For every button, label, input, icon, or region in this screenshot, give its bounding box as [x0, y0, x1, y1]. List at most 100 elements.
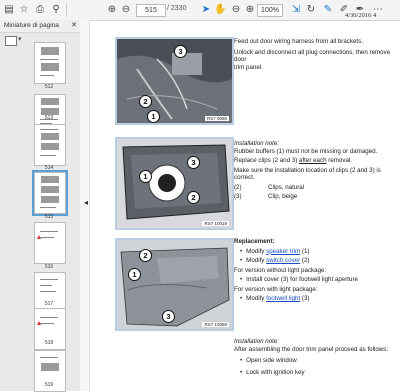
- chevron-down-icon[interactable]: ▾: [18, 35, 22, 43]
- thumbnail-line: [40, 237, 54, 238]
- collapse-sidebar-icon[interactable]: ◂: [84, 198, 88, 207]
- page-up-icon[interactable]: ⊕: [106, 4, 118, 16]
- thumbnail-line: [40, 155, 56, 156]
- page-thumbnail[interactable]: [34, 124, 66, 166]
- comment-icon[interactable]: ✎: [322, 4, 334, 16]
- thumbnail-line: [40, 357, 58, 358]
- installation-note-1: Installation note: Rubber buffers (1) mu…: [234, 140, 400, 201]
- text-span: Modify: [246, 295, 267, 302]
- figure-door-panel-clips: 1 3 2 RS7 10019: [115, 137, 234, 230]
- text-span: (2): [300, 257, 310, 264]
- sidebar-title: Miniature di pagina: [4, 22, 59, 29]
- text-line: Unlock and disconnect all plug connectio…: [234, 48, 391, 64]
- page-down-icon[interactable]: ⊖: [120, 4, 132, 16]
- text-span: removal.: [326, 157, 352, 164]
- list-item: Lock with ignition key: [240, 369, 388, 377]
- select-cursor-icon[interactable]: ➤: [200, 4, 212, 16]
- thumbnail-line: [40, 291, 56, 292]
- thumbnail-label: 518: [44, 340, 54, 346]
- bookmark-icon[interactable]: ☆: [18, 4, 30, 16]
- thumbnail-label: 517: [44, 301, 54, 307]
- replacement-section: Replacement: Modify speaker trim (1) Mod…: [234, 238, 358, 303]
- step-text-1: Feed out door wiring harness from all br…: [234, 38, 400, 71]
- page-total: / 2330: [167, 5, 187, 12]
- text-span: (3): [300, 295, 310, 302]
- callout-1: 1: [128, 268, 141, 281]
- search-icon[interactable]: ⚲: [50, 4, 62, 16]
- figure-door-trim: 2 1 3 RS7 10068: [115, 238, 234, 331]
- list-item: Modify switch cover (2): [240, 257, 358, 265]
- zoom-level-select[interactable]: 100%: [257, 4, 283, 17]
- switch-cover-link[interactable]: switch cover: [266, 257, 300, 264]
- text-span: Modify: [246, 247, 267, 255]
- figure-label: RS7 10019: [202, 221, 229, 226]
- thumbnail-image: [41, 186, 59, 193]
- list-item: Modify footwell light (3): [240, 295, 358, 303]
- callout-2: 2: [187, 191, 200, 204]
- list-item: Open side window: [240, 357, 388, 365]
- page-thumbnail-current[interactable]: [32, 170, 68, 216]
- thumbnail-line: [40, 279, 58, 280]
- text-span: (1): [300, 247, 310, 255]
- page-thumbnail[interactable]: [34, 42, 66, 84]
- thumbnail-line: [40, 75, 54, 76]
- close-icon[interactable]: ✕: [71, 20, 77, 32]
- thumbnail-image: [41, 363, 59, 371]
- callout-2: 2: [139, 249, 152, 262]
- speaker-trim-link[interactable]: speaker trim: [266, 248, 300, 255]
- thumbnail-image: [41, 47, 59, 55]
- text-line: Feed out door wiring harness from all br…: [234, 38, 363, 45]
- clip-description: Clip, beige: [268, 193, 298, 200]
- sidebar-toggle-icon[interactable]: ▤: [3, 4, 15, 16]
- clip-row: (3) Clip, beige: [234, 193, 400, 201]
- thumbnail-line: [40, 59, 58, 60]
- callout-2: 2: [139, 95, 152, 108]
- thumbnail-line: [40, 323, 54, 324]
- thumbnail-label: 515: [44, 214, 54, 220]
- page-thumbnail[interactable]: [34, 222, 66, 264]
- sidebar-header: Miniature di pagina ✕: [0, 20, 80, 33]
- figure-label: RS7 0066: [204, 116, 229, 121]
- text-line: Replace clips (2 and 3) after each remov…: [234, 157, 400, 165]
- thumbnail-label: 514: [44, 165, 54, 171]
- callout-3: 3: [187, 156, 200, 169]
- section-title: Replacement:: [234, 238, 275, 245]
- text-span: Modify: [246, 257, 267, 264]
- thumbnail-line: [40, 231, 58, 232]
- text-line: Rubber buffers (1) must not be missing o…: [234, 147, 378, 155]
- text-line: Make sure the installation location of c…: [234, 166, 381, 182]
- clip-row: (2) Clips, natural: [234, 184, 400, 192]
- text-line: trim panel.: [234, 63, 263, 71]
- thumbnail-label: 516: [44, 264, 54, 270]
- thumbnail-label: 513: [44, 115, 54, 121]
- installation-note-2: Installation note: After assembling the …: [234, 338, 388, 376]
- thumbnail-line: [40, 285, 52, 286]
- fit-page-icon[interactable]: ⇲: [290, 4, 302, 16]
- print-icon[interactable]: ⎙: [34, 4, 46, 16]
- thumbnail-options-icon[interactable]: [5, 36, 17, 46]
- clip-number: (2): [234, 183, 242, 191]
- note-title: Installation note:: [234, 140, 280, 147]
- text-span: Replace clips (2 and 3): [234, 157, 300, 164]
- callout-3: 3: [174, 45, 187, 58]
- zoom-out-icon[interactable]: ⊖: [230, 4, 242, 16]
- thumbnail-line: [40, 207, 56, 208]
- callout-1: 1: [147, 110, 160, 123]
- door-panel-illustration: [117, 139, 232, 228]
- clip-number: (3): [234, 193, 242, 200]
- thumbnail-label: 519: [44, 382, 54, 388]
- callout-1: 1: [139, 170, 152, 183]
- toolbar: ▤ ☆ ⎙ ⚲ ⊕ ⊖ 515 / 2330 ➤ ✋ ⊖ ⊕ 100% ⇲ ↻ …: [0, 0, 400, 21]
- emphasis-text: after each: [299, 157, 327, 164]
- thumbnail-image: [41, 176, 59, 183]
- page-date: 4/30/2016 4: [345, 12, 377, 19]
- hand-tool-icon[interactable]: ✋: [214, 4, 226, 16]
- page-number-input[interactable]: 515: [136, 4, 166, 17]
- thumbnail-image: [41, 63, 59, 71]
- callout-3: 3: [162, 310, 175, 323]
- zoom-in-icon[interactable]: ⊕: [244, 4, 256, 16]
- thumbnail-image: [41, 196, 59, 203]
- thumbnail-line: [40, 129, 58, 130]
- footwell-light-link[interactable]: footwell light: [266, 295, 300, 302]
- rotate-icon[interactable]: ↻: [305, 4, 317, 16]
